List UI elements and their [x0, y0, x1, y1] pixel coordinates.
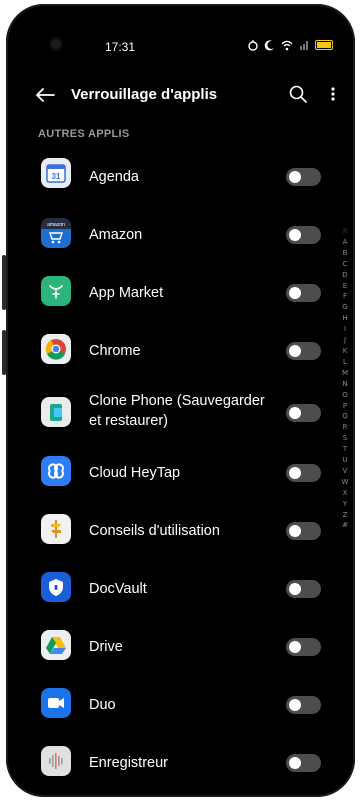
- lock-toggle[interactable]: [286, 580, 321, 598]
- list-item[interactable]: amazon Amazon: [6, 206, 321, 256]
- list-item[interactable]: Chrome: [6, 322, 321, 372]
- alphabet-index[interactable]: ☆ A B C D E F G H I J K L M N O P Q R S T U V W X Y Z #: [339, 226, 351, 531]
- status-bar: 17:31: [6, 4, 355, 54]
- alphabet-index-letter[interactable]: E: [343, 281, 347, 292]
- alphabet-index-letter[interactable]: S: [343, 433, 347, 444]
- lock-toggle[interactable]: [286, 522, 321, 540]
- tips-icon: [41, 514, 71, 544]
- lock-toggle[interactable]: [286, 696, 321, 714]
- lock-toggle[interactable]: [286, 342, 321, 360]
- alarm-icon: [248, 40, 258, 51]
- list-item[interactable]: Cloud HeyTap: [6, 444, 321, 494]
- lock-toggle[interactable]: [286, 168, 321, 186]
- alphabet-index-letter[interactable]: V: [343, 466, 348, 477]
- alphabet-index-letter[interactable]: Y: [343, 499, 347, 510]
- app-bar: Verrouillage d'applis: [6, 80, 355, 110]
- alphabet-index-letter[interactable]: F: [343, 291, 347, 302]
- list-item[interactable]: 31 Agenda: [6, 148, 321, 198]
- drive-icon: [41, 630, 71, 660]
- status-time: 17:31: [105, 40, 136, 54]
- front-camera: [51, 39, 61, 49]
- app-name: DocVault: [89, 581, 147, 597]
- lock-toggle[interactable]: [286, 638, 321, 656]
- app-market-icon: [41, 276, 71, 306]
- alphabet-index-letter[interactable]: A: [343, 237, 348, 248]
- alphabet-index-letter[interactable]: X: [343, 488, 348, 499]
- amazon-icon: amazon: [41, 218, 71, 248]
- alphabet-index-letter[interactable]: K: [343, 346, 348, 357]
- alphabet-index-letter[interactable]: R: [343, 422, 348, 433]
- app-name: Chrome: [89, 343, 141, 359]
- list-item[interactable]: Drive: [6, 618, 321, 668]
- lock-toggle[interactable]: [286, 404, 321, 422]
- alphabet-index-letter[interactable]: #: [342, 520, 348, 531]
- alphabet-index-letter[interactable]: C: [343, 259, 348, 270]
- lock-toggle[interactable]: [286, 284, 321, 302]
- cloud-heytap-icon: [41, 456, 71, 486]
- alphabet-index-letter[interactable]: P: [343, 401, 347, 412]
- alphabet-index-letter[interactable]: W: [342, 477, 349, 488]
- page-title: Verrouillage d'applis: [71, 86, 218, 103]
- alphabet-index-letter[interactable]: D: [342, 270, 347, 281]
- list-item[interactable]: DocVault: [6, 560, 321, 610]
- lock-toggle[interactable]: [286, 226, 321, 244]
- app-name: Clone Phone (Sauvegarder et restaurer): [89, 393, 265, 429]
- app-name: App Market: [89, 285, 164, 301]
- alphabet-index-letter[interactable]: I: [344, 324, 346, 335]
- calendar-icon: 31: [41, 158, 71, 188]
- alphabet-index-letter[interactable]: J: [344, 335, 346, 346]
- alphabet-index-letter[interactable]: M: [342, 368, 348, 379]
- recorder-icon: [41, 746, 71, 776]
- alphabet-index-letter[interactable]: Z: [343, 510, 348, 521]
- do-not-disturb-icon: [264, 40, 274, 51]
- list-item[interactable]: Enregistreur: [6, 734, 321, 784]
- calendar-icon-text: 31: [52, 172, 61, 181]
- chrome-icon: [41, 334, 71, 364]
- app-name: Drive: [89, 639, 123, 655]
- alphabet-index-letter[interactable]: L: [343, 357, 347, 368]
- list-item[interactable]: Duo: [6, 676, 321, 726]
- duo-icon: [41, 688, 71, 718]
- app-name: Agenda: [89, 169, 139, 185]
- clone-phone-icon: [41, 397, 71, 427]
- alphabet-index-letter[interactable]: ☆: [342, 226, 348, 237]
- battery-icon: [315, 40, 333, 50]
- list-item[interactable]: App Market: [6, 264, 321, 314]
- docvault-icon: [41, 572, 71, 602]
- list-item[interactable]: Conseils d'utilisation: [6, 502, 321, 552]
- lock-toggle[interactable]: [286, 464, 321, 482]
- app-name: Amazon: [89, 227, 143, 243]
- alphabet-index-letter[interactable]: Q: [342, 411, 348, 422]
- alphabet-index-letter[interactable]: G: [342, 302, 347, 313]
- app-name: Cloud HeyTap: [89, 465, 181, 481]
- list-item[interactable]: Clone Phone (Sauvegarder et restaurer): [6, 380, 321, 450]
- app-name: Conseils d'utilisation: [89, 523, 220, 539]
- amazon-icon-text: amazon: [47, 222, 65, 228]
- section-header: AUTRES APPLIS: [38, 128, 130, 140]
- signal-icon: [300, 41, 308, 50]
- lock-toggle[interactable]: [286, 754, 321, 772]
- status-icons: [247, 39, 333, 51]
- alphabet-index-letter[interactable]: B: [343, 248, 348, 259]
- back-arrow-icon[interactable]: [34, 85, 56, 105]
- search-icon[interactable]: [288, 84, 308, 104]
- more-options-icon[interactable]: [328, 84, 338, 104]
- alphabet-index-letter[interactable]: O: [342, 390, 348, 401]
- wifi-icon: [281, 40, 293, 51]
- alphabet-index-letter[interactable]: U: [342, 455, 347, 466]
- phone-screen: 17:31 Verrouillage d'applis AUTRES APPLI…: [6, 4, 355, 797]
- app-name: Enregistreur: [89, 755, 168, 771]
- alphabet-index-letter[interactable]: N: [342, 379, 347, 390]
- alphabet-index-letter[interactable]: T: [343, 444, 347, 455]
- alphabet-index-letter[interactable]: H: [342, 313, 347, 324]
- app-name: Duo: [89, 697, 116, 713]
